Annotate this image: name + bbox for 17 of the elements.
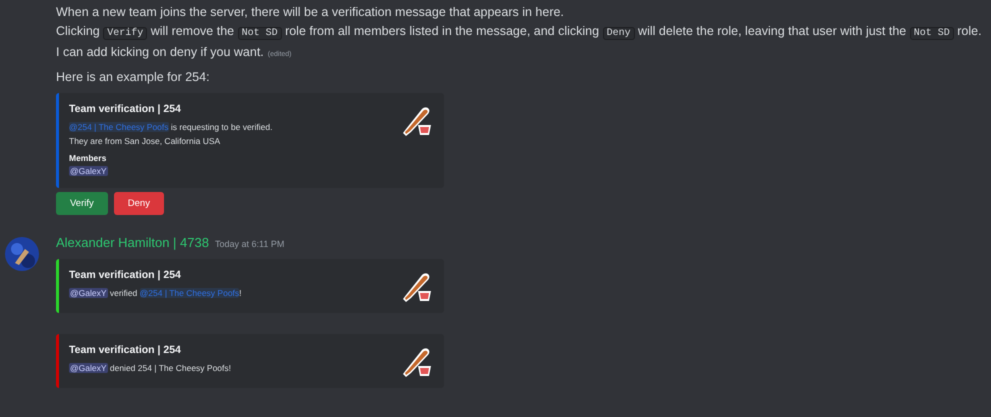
embed-title: Team verification | 254 bbox=[69, 269, 182, 281]
embed-title: Team verification | 254 bbox=[69, 344, 182, 356]
timestamp: Today at 6:11 PM bbox=[214, 239, 284, 249]
field-name: Members bbox=[69, 153, 108, 164]
embed-text: They are from San Jose, California USA bbox=[69, 135, 222, 148]
message-text: When a new team joins the server, there will be a verification message that appears in here. bbox=[56, 4, 565, 21]
field-value: @GalexY bbox=[69, 165, 109, 178]
action-button[interactable]: Deny bbox=[114, 192, 164, 215]
embed-text: @GalexY verified @254 | The Cheesy Poofs! bbox=[69, 287, 242, 300]
embed-text: @GalexY denied 254 | The Cheesy Poofs! bbox=[69, 362, 232, 375]
embed-title: Team verification | 254 bbox=[69, 103, 182, 115]
author-name[interactable]: Alexander Hamilton | 4738 bbox=[56, 235, 209, 250]
message-text: Clicking Verify will remove the Not SD role from all members listed in the message, and clicking Deny will delete the role, leaving that user with just the Not SD role. bbox=[56, 22, 983, 42]
action-button[interactable]: Verify bbox=[56, 192, 108, 215]
embed-text: @254 | The Cheesy Poofs is requesting to be verified. bbox=[69, 121, 272, 134]
message-text: Here is an example for 254: bbox=[56, 68, 211, 86]
avatar[interactable] bbox=[5, 237, 39, 271]
